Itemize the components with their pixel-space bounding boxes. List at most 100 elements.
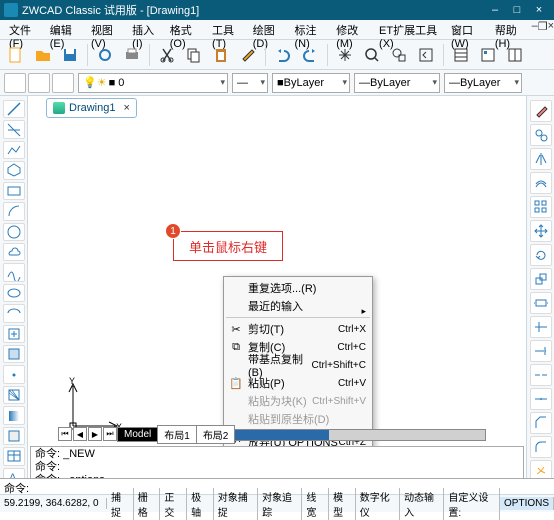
save-button[interactable] <box>58 43 82 67</box>
menu-window[interactable]: 窗口(W) <box>446 20 490 39</box>
menu-view[interactable]: 视图(V) <box>86 20 127 39</box>
menu-draw[interactable]: 绘图(D) <box>248 20 290 39</box>
polyline-tool[interactable] <box>3 141 25 159</box>
tab-model[interactable]: Model <box>117 427 158 442</box>
erase-tool[interactable] <box>530 100 552 122</box>
rectangle-tool[interactable] <box>3 182 25 200</box>
ellipse-tool[interactable] <box>3 284 25 302</box>
layer-states-button[interactable] <box>28 73 50 93</box>
open-button[interactable] <box>31 43 55 67</box>
plot-button[interactable] <box>120 43 144 67</box>
status-tablet[interactable]: 数字化仪 <box>356 488 400 520</box>
zoom-realtime-button[interactable] <box>360 43 384 67</box>
scale-tool[interactable] <box>530 268 552 290</box>
circle-tool[interactable] <box>3 223 25 241</box>
pan-button[interactable] <box>333 43 357 67</box>
status-lwt[interactable]: 线宽 <box>302 488 329 520</box>
color-combo[interactable]: ■ ByLayer <box>272 73 350 93</box>
gradient-tool[interactable] <box>3 406 25 424</box>
doc-tab-close[interactable]: × <box>123 102 129 114</box>
undo-button[interactable] <box>271 43 295 67</box>
tab-layout2[interactable]: 布局2 <box>196 425 236 444</box>
redo-button[interactable] <box>298 43 322 67</box>
menu-format[interactable]: 格式(O) <box>165 20 207 39</box>
match-properties-button[interactable] <box>236 43 260 67</box>
extend-tool[interactable] <box>530 340 552 362</box>
ctx-paste[interactable]: 📋粘贴(P)Ctrl+V <box>226 374 370 392</box>
array-tool[interactable] <box>530 196 552 218</box>
hatch-tool[interactable] <box>3 386 25 404</box>
menu-tools[interactable]: 工具(T) <box>207 20 248 39</box>
status-otrack[interactable]: 对象追踪 <box>258 488 302 520</box>
status-custom[interactable]: 自定义设置: <box>444 488 500 520</box>
construction-line-tool[interactable] <box>3 120 25 138</box>
spline-tool[interactable] <box>3 263 25 281</box>
status-model[interactable]: 模型 <box>329 488 356 520</box>
menu-file[interactable]: 文件(F) <box>4 20 45 39</box>
arc-tool[interactable] <box>3 202 25 220</box>
status-polar[interactable]: 极轴 <box>187 488 214 520</box>
minimize-button[interactable]: – <box>484 2 506 18</box>
new-button[interactable] <box>4 43 28 67</box>
tab-nav-next[interactable]: ▶ <box>88 427 102 441</box>
ctx-copy-base[interactable]: 带基点复制(B)Ctrl+Shift+C <box>226 356 370 374</box>
polygon-tool[interactable] <box>3 161 25 179</box>
properties-button[interactable] <box>449 43 473 67</box>
close-button[interactable]: × <box>528 2 550 18</box>
line-tool[interactable] <box>3 100 25 118</box>
status-ortho[interactable]: 正交 <box>160 488 187 520</box>
offset-tool[interactable] <box>530 172 552 194</box>
menu-help[interactable]: 帮助(H) <box>490 20 532 39</box>
lineweight-combo[interactable]: — <box>232 73 268 93</box>
layer-combo[interactable]: 💡☀■ 0 <box>78 73 228 93</box>
status-dyn[interactable]: 动态输入 <box>400 488 444 520</box>
maximize-button[interactable]: □ <box>506 2 528 18</box>
fillet-tool[interactable] <box>530 436 552 458</box>
status-grid[interactable]: 栅格 <box>134 488 161 520</box>
design-center-button[interactable] <box>476 43 500 67</box>
break-tool[interactable] <box>530 364 552 386</box>
copy-button[interactable] <box>182 43 206 67</box>
linetype-combo[interactable]: — ByLayer <box>354 73 440 93</box>
menu-modify[interactable]: 修改(M) <box>331 20 374 39</box>
horizontal-scrollbar[interactable] <box>228 429 486 441</box>
stretch-tool[interactable] <box>530 292 552 314</box>
document-tab[interactable]: Drawing1 × <box>46 98 137 118</box>
region-tool[interactable] <box>3 427 25 445</box>
layer-manager-button[interactable] <box>4 73 26 93</box>
plot-preview-button[interactable] <box>93 43 117 67</box>
status-osnap[interactable]: 对象捕捉 <box>214 488 258 520</box>
scroll-thumb[interactable] <box>229 430 329 440</box>
layer-previous-button[interactable] <box>52 73 74 93</box>
tab-layout1[interactable]: 布局1 <box>157 425 197 444</box>
plotstyle-combo[interactable]: — ByLayer <box>444 73 522 93</box>
insert-block-tool[interactable] <box>3 325 25 343</box>
drawing-area[interactable]: Drawing1 × YX 单击鼠标右键 1 重复选项...(R) 最近的输入 … <box>28 96 526 486</box>
mdi-close[interactable]: × <box>548 20 554 39</box>
menu-edit[interactable]: 编辑(E) <box>45 20 86 39</box>
point-tool[interactable] <box>3 365 25 383</box>
tab-nav-last[interactable]: ⏭ <box>103 427 117 441</box>
menu-express[interactable]: ET扩展工具(X) <box>374 20 446 39</box>
revcloud-tool[interactable] <box>3 243 25 261</box>
mirror-tool[interactable] <box>530 148 552 170</box>
status-snap[interactable]: 捕捉 <box>107 488 134 520</box>
make-block-tool[interactable] <box>3 345 25 363</box>
table-tool[interactable] <box>3 447 25 465</box>
rotate-tool[interactable] <box>530 244 552 266</box>
copy-tool[interactable] <box>530 124 552 146</box>
zoom-previous-button[interactable] <box>414 43 438 67</box>
move-tool[interactable] <box>530 220 552 242</box>
tool-palettes-button[interactable] <box>503 43 527 67</box>
chamfer-tool[interactable] <box>530 412 552 434</box>
ctx-recent-input[interactable]: 最近的输入 <box>226 297 370 315</box>
menu-dimension[interactable]: 标注(N) <box>289 20 331 39</box>
ellipse-arc-tool[interactable] <box>3 304 25 322</box>
paste-button[interactable] <box>209 43 233 67</box>
status-options[interactable]: OPTIONS <box>500 497 554 510</box>
tab-nav-prev[interactable]: ◀ <box>73 427 87 441</box>
cut-button[interactable] <box>155 43 179 67</box>
ctx-cut[interactable]: ✂剪切(T)Ctrl+X <box>226 320 370 338</box>
zoom-window-button[interactable] <box>387 43 411 67</box>
join-tool[interactable] <box>530 388 552 410</box>
